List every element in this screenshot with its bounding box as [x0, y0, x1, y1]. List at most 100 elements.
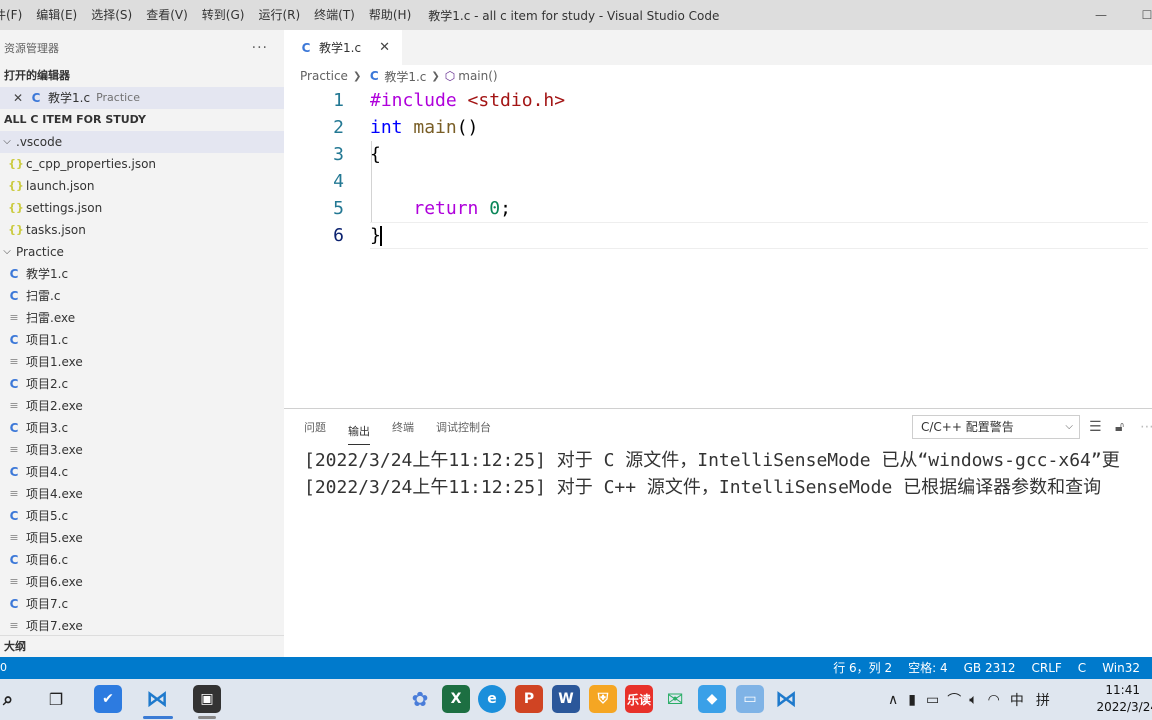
status-left-indicator[interactable]: 0: [0, 657, 7, 679]
chevron-up-icon[interactable]: ∧: [888, 692, 898, 708]
volume-icon[interactable]: 🔈︎: [969, 692, 977, 708]
file-item[interactable]: C 项目6.c: [0, 549, 284, 571]
token-number: 0: [489, 198, 501, 219]
code-line-current[interactable]: 6 }: [284, 222, 1152, 249]
leread-app-icon[interactable]: 乐读: [625, 685, 653, 713]
breadcrumb-symbol[interactable]: main(): [458, 69, 497, 83]
tencent-meeting-icon[interactable]: ◆: [698, 685, 726, 713]
file-item[interactable]: {} launch.json: [0, 175, 284, 197]
file-item[interactable]: ≡ 项目4.exe: [0, 483, 284, 505]
c-file-icon: C: [9, 289, 19, 303]
code-line[interactable]: 4: [284, 168, 1152, 195]
microphone-icon[interactable]: ▮: [908, 692, 916, 708]
tab-output[interactable]: 输出: [348, 417, 370, 445]
status-cursor-position[interactable]: 行 6，列 2: [825, 657, 900, 679]
wechat-icon[interactable]: ✉: [661, 685, 689, 713]
open-editor-item[interactable]: ✕ C 教学1.c Practice: [0, 87, 284, 109]
status-indentation[interactable]: 空格: 4: [900, 657, 956, 679]
wifi-icon[interactable]: ⌒: [947, 690, 961, 710]
powerpoint-icon[interactable]: P: [515, 685, 543, 713]
more-icon[interactable]: ⋯: [1140, 419, 1152, 435]
token-type: int: [370, 117, 403, 138]
tab-teaching1-c[interactable]: C 教学1.c ✕: [284, 30, 402, 65]
breadcrumb-folder[interactable]: Practice: [300, 69, 348, 83]
file-item[interactable]: ≡ 项目6.exe: [0, 571, 284, 593]
file-item[interactable]: ≡ 扫雷.exe: [0, 307, 284, 329]
clock[interactable]: 11:41 2022/3/24: [1096, 682, 1152, 716]
file-item[interactable]: C 项目3.c: [0, 417, 284, 439]
menu-file[interactable]: 件(F): [0, 0, 29, 30]
status-eol[interactable]: CRLF: [1023, 657, 1069, 679]
code-line[interactable]: 1 #include <stdio.h>: [284, 87, 1152, 114]
minimize-button[interactable]: —: [1078, 0, 1124, 30]
clear-output-icon[interactable]: ☰: [1089, 419, 1102, 435]
file-name: 项目7.exe: [26, 619, 83, 633]
folder-vscode[interactable]: ⌵ .vscode: [0, 131, 284, 153]
terminal-app-icon[interactable]: ▣: [193, 685, 221, 713]
line-number: 5: [333, 198, 344, 219]
menu-terminal[interactable]: 终端(T): [307, 0, 362, 30]
file-item[interactable]: ≡ 项目5.exe: [0, 527, 284, 549]
binary-file-icon: ≡: [9, 487, 19, 500]
menu-go[interactable]: 转到(G): [195, 0, 252, 30]
lock-icon[interactable]: 🔓︎: [1115, 419, 1124, 435]
file-item[interactable]: C 项目7.c: [0, 593, 284, 615]
menu-edit[interactable]: 编辑(E): [29, 0, 84, 30]
baidu-netdisk-icon[interactable]: ✿: [406, 685, 434, 713]
file-name: 项目5.exe: [26, 531, 83, 545]
edge-icon[interactable]: e: [478, 685, 506, 713]
file-item[interactable]: C 项目2.c: [0, 373, 284, 395]
tab-problems[interactable]: 问题: [304, 409, 326, 445]
explorer-header: 资源管理器 ···: [0, 30, 284, 65]
code-line[interactable]: 2 int main(): [284, 114, 1152, 141]
word-icon[interactable]: W: [552, 685, 580, 713]
folder-practice[interactable]: ⌵ Practice: [0, 241, 284, 263]
c-file-icon: C: [301, 40, 311, 55]
code-editor[interactable]: 1 #include <stdio.h> 2 int main() 3 { 4 …: [284, 87, 1152, 249]
breadcrumb-file[interactable]: 教学1.c: [384, 68, 426, 85]
ime-language[interactable]: 中: [1010, 690, 1024, 710]
file-item[interactable]: {} settings.json: [0, 197, 284, 219]
kuaishou-app-icon[interactable]: ✔: [94, 685, 122, 713]
vscode-pinned-icon[interactable]: ⋈: [772, 685, 800, 713]
search-icon[interactable]: ⌕: [0, 685, 22, 713]
file-item[interactable]: C 扫雷.c: [0, 285, 284, 307]
remote-desktop-icon[interactable]: ▭: [736, 685, 764, 713]
task-view-icon[interactable]: ❐: [42, 685, 70, 713]
file-item[interactable]: ≡ 项目2.exe: [0, 395, 284, 417]
status-encoding[interactable]: GB 2312: [956, 657, 1024, 679]
status-platform[interactable]: Win32: [1094, 657, 1152, 679]
file-item[interactable]: ≡ 项目3.exe: [0, 439, 284, 461]
menu-selection[interactable]: 选择(S): [84, 0, 139, 30]
tab-debug-console[interactable]: 调试控制台: [436, 409, 491, 445]
excel-icon[interactable]: X: [442, 685, 470, 713]
close-icon[interactable]: ✕: [10, 87, 26, 109]
menu-help[interactable]: 帮助(H): [362, 0, 418, 30]
close-icon[interactable]: ✕: [379, 40, 390, 55]
file-item[interactable]: {} tasks.json: [0, 219, 284, 241]
file-item[interactable]: C 项目5.c: [0, 505, 284, 527]
open-editors-section[interactable]: 打开的编辑器: [0, 65, 284, 87]
file-item[interactable]: {} c_cpp_properties.json: [0, 153, 284, 175]
file-item[interactable]: C 项目4.c: [0, 461, 284, 483]
tab-terminal[interactable]: 终端: [392, 409, 414, 445]
file-item[interactable]: C 项目1.c: [0, 329, 284, 351]
maximize-button[interactable]: ☐: [1124, 0, 1152, 30]
status-language[interactable]: C: [1070, 657, 1094, 679]
ime-mode[interactable]: 拼: [1036, 690, 1050, 710]
more-actions-icon[interactable]: ···: [252, 40, 280, 56]
network-icon[interactable]: ◠: [988, 692, 1000, 708]
file-item[interactable]: C 教学1.c: [0, 263, 284, 285]
outline-section[interactable]: 大纲: [0, 635, 284, 657]
output-channel-select[interactable]: C/C++ 配置警告 ⌵: [912, 415, 1080, 439]
vscode-taskbar-icon[interactable]: ⋈: [143, 685, 171, 713]
menu-run[interactable]: 运行(R): [251, 0, 307, 30]
file-item[interactable]: ≡ 项目7.exe: [0, 615, 284, 637]
code-line[interactable]: 5 return 0;: [284, 195, 1152, 222]
workspace-section[interactable]: ALL C ITEM FOR STUDY: [0, 109, 284, 131]
security-shield-icon[interactable]: ⛨: [589, 685, 617, 713]
code-line[interactable]: 3 {: [284, 141, 1152, 168]
file-item[interactable]: ≡ 项目1.exe: [0, 351, 284, 373]
menu-view[interactable]: 查看(V): [139, 0, 195, 30]
battery-icon[interactable]: ▭: [926, 692, 939, 708]
